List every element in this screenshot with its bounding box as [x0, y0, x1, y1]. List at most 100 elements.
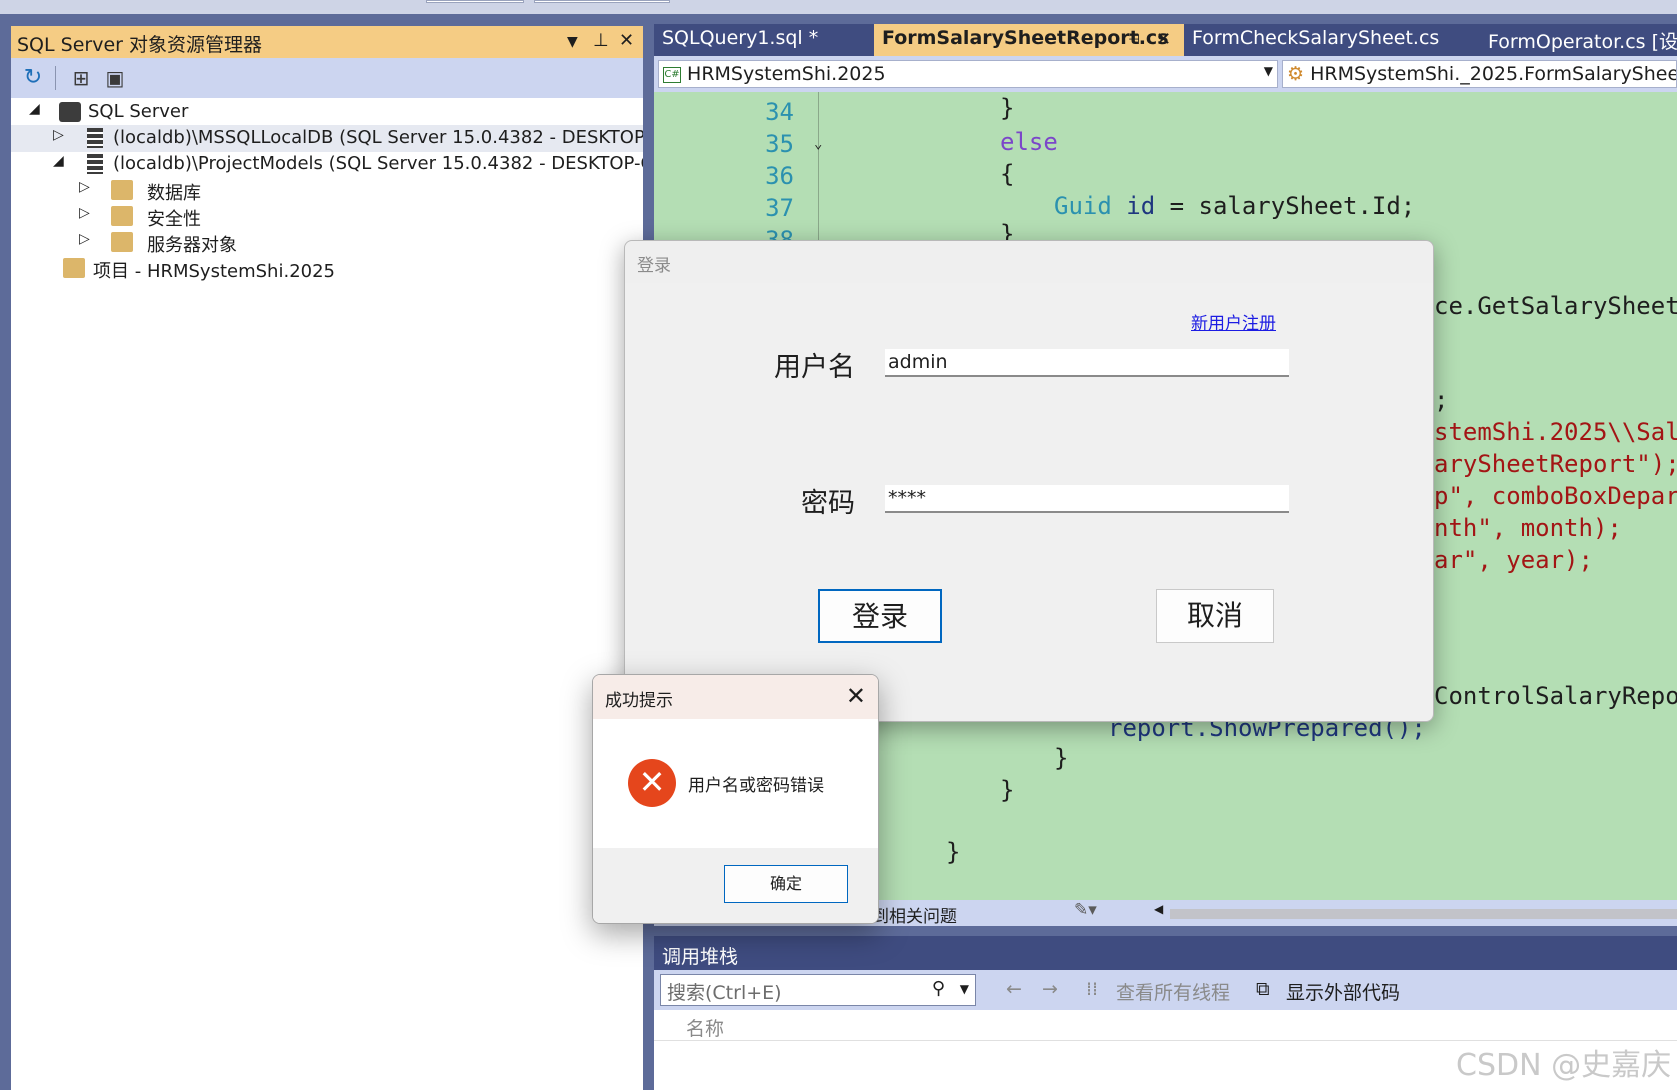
username-input[interactable]: admin — [885, 349, 1289, 377]
add-server-icon[interactable]: ⊞ — [67, 64, 95, 92]
csharp-file-icon: C# — [663, 66, 681, 83]
tree-label: 服务器对象 — [147, 235, 237, 256]
close-icon[interactable]: ✕ — [619, 30, 634, 51]
tab-label: FormSalarySheetReport.cs — [882, 27, 1169, 49]
search-icon[interactable]: ⚲ — [932, 978, 945, 999]
cancel-button[interactable]: 取消 — [1156, 589, 1274, 643]
project-name: HRMSystemShi.2025 — [687, 63, 886, 85]
code-navigation-bar: C# HRMSystemShi.2025 ▼ ⚙ HRMSystemShi._2… — [654, 56, 1677, 92]
project-dropdown[interactable]: C# HRMSystemShi.2025 ▼ — [658, 60, 1278, 88]
tab-label: FormOperator.cs [设计 — [1488, 31, 1677, 53]
code-line: } — [946, 838, 961, 866]
tree-node-project[interactable]: 项目 - HRMSystemShi.2025 — [11, 255, 643, 282]
tree-node-sql-server[interactable]: ◢ SQL Server — [11, 99, 643, 126]
refresh-icon[interactable]: ↻ — [19, 64, 47, 92]
view-all-threads-button[interactable]: 查看所有线程 — [1116, 978, 1230, 1005]
error-icon: ✕ — [628, 759, 676, 807]
dropdown-arrow-icon: ▼ — [1263, 64, 1273, 78]
collapse-arrow-icon[interactable]: ◢ — [29, 101, 40, 117]
code-line: } — [1000, 94, 1015, 122]
server-icon — [87, 128, 103, 148]
column-header-name[interactable]: 名称 — [686, 1014, 724, 1041]
code-line: p", comboBoxDepart — [1434, 482, 1677, 510]
issues-label[interactable]: 到相关问题 — [872, 902, 957, 927]
sql-server-object-explorer: SQL Server 对象资源管理器 ▼ ⊥ ✕ ↻ ⊞ ▣ ◢ SQL Ser… — [11, 26, 643, 1090]
code-line: ce.GetSalarySheetI — [1434, 292, 1677, 320]
expand-arrow-icon[interactable]: ▷ — [79, 179, 90, 195]
callstack-title-bar: 调用堆栈 — [654, 936, 1677, 970]
cleanup-icon[interactable]: ✎▾ — [1074, 900, 1097, 920]
code-line: ; — [1434, 386, 1449, 414]
tab-formchecksalarysheet[interactable]: FormCheckSalarySheet.cs — [1184, 24, 1478, 56]
username-label: 用户名 — [774, 352, 855, 383]
close-icon[interactable]: ✕ — [846, 682, 866, 710]
message-text: 用户名或密码错误 — [688, 776, 824, 796]
tree-node-databases[interactable]: ▷ 数据库 — [11, 177, 643, 204]
pin-icon[interactable]: ⊥ — [593, 30, 609, 51]
password-label: 密码 — [801, 488, 855, 519]
show-external-code-button[interactable]: 显示外部代码 — [1286, 978, 1400, 1005]
dropdown-arrow-icon[interactable]: ▼ — [567, 34, 578, 50]
expand-arrow-icon[interactable]: ▷ — [79, 231, 90, 247]
tab-formsalarysheetreport[interactable]: FormSalarySheetReport.cs ⊣ ✕ — [874, 24, 1184, 56]
explorer-title: SQL Server 对象资源管理器 — [17, 34, 262, 56]
login-title-bar: 登录 — [625, 241, 1433, 283]
code-line: { — [1000, 160, 1015, 188]
external-code-icon: ⧉ — [1256, 978, 1270, 1000]
callstack-search-input[interactable]: 搜索(Ctrl+E) ⚲ ▼ — [660, 974, 976, 1006]
tree-node-projectmodels[interactable]: ◢ (localdb)\ProjectModels (SQL Server 15… — [11, 151, 643, 178]
pin-icon[interactable]: ⊣ — [1128, 32, 1140, 48]
line-number: 34 — [765, 98, 794, 126]
scroll-left-icon[interactable]: ◀ — [1154, 902, 1163, 916]
tab-formoperator[interactable]: FormOperator.cs [设计 — [1480, 24, 1677, 56]
message-box-title-bar: 成功提示 ✕ — [593, 675, 878, 719]
code-line: } — [1000, 776, 1015, 804]
message-box: 成功提示 ✕ ✕ 用户名或密码错误 确定 — [592, 674, 879, 924]
dropdown-arrow-icon[interactable]: ▼ — [960, 982, 969, 996]
fold-toggle-icon[interactable]: ⌄ — [814, 136, 822, 152]
tree-label: (localdb)\MSSQLLocalDB (SQL Server 15.0.… — [113, 127, 643, 148]
collapse-arrow-icon[interactable]: ◢ — [53, 153, 64, 169]
code-line: nth", month); — [1434, 514, 1622, 542]
ok-button[interactable]: 确定 — [724, 865, 848, 903]
tab-label: FormCheckSalarySheet.cs — [1192, 27, 1440, 49]
tree-node-server-objects[interactable]: ▷ 服务器对象 — [11, 229, 643, 256]
code-line: else — [1000, 128, 1058, 156]
login-dialog: 登录 新用户注册 用户名 admin 密码 **** 登录 取消 — [624, 240, 1434, 722]
class-dropdown[interactable]: ⚙ HRMSystemShi._2025.FormSalarySheetRep — [1282, 60, 1677, 88]
callstack-title: 调用堆栈 — [662, 946, 739, 968]
tree-node-mssqllocaldb[interactable]: ▷ (localdb)\MSSQLLocalDB (SQL Server 15.… — [11, 125, 643, 152]
expand-arrow-icon[interactable]: ▷ — [79, 205, 90, 221]
top-toolbar-strip — [0, 0, 1677, 14]
toolbar-combo-2[interactable] — [534, 0, 670, 3]
threads-icon: ⁞⁞ — [1086, 978, 1099, 1000]
horizontal-scrollbar[interactable] — [1170, 909, 1677, 919]
tree-label: 安全性 — [147, 209, 201, 230]
watermark: CSDN @史嘉庆 — [1456, 1048, 1672, 1083]
line-number: 37 — [765, 194, 794, 222]
code-line: arySheetReport"); — [1434, 450, 1677, 478]
forward-arrow-icon[interactable]: → — [1042, 978, 1058, 1000]
tab-label: SQLQuery1.sql * — [662, 27, 819, 49]
tree-node-security[interactable]: ▷ 安全性 — [11, 203, 643, 230]
toolbar-separator — [55, 66, 56, 90]
new-project-icon[interactable]: ▣ — [101, 64, 129, 92]
tree-label: 数据库 — [147, 183, 201, 204]
sql-server-icon — [59, 102, 81, 122]
expand-arrow-icon[interactable]: ▷ — [53, 127, 64, 143]
code-line: ar", year); — [1434, 546, 1593, 574]
folder-icon — [111, 206, 133, 226]
toolbar-combo-1[interactable] — [426, 0, 524, 3]
tree-label: (localdb)\ProjectModels (SQL Server 15.0… — [113, 153, 643, 174]
document-tab-bar: SQLQuery1.sql * FormSalarySheetReport.cs… — [654, 24, 1677, 56]
close-tab-icon[interactable]: ✕ — [1156, 29, 1171, 50]
folder-icon — [111, 232, 133, 252]
register-link[interactable]: 新用户注册 — [1191, 309, 1276, 334]
password-input[interactable]: **** — [885, 485, 1289, 513]
back-arrow-icon[interactable]: ← — [1006, 978, 1022, 1000]
login-button[interactable]: 登录 — [818, 589, 942, 643]
code-line: stemShi.2025\\Sala — [1434, 418, 1677, 446]
message-box-title: 成功提示 — [605, 691, 673, 711]
tab-sqlquery1[interactable]: SQLQuery1.sql * — [654, 24, 870, 56]
folder-icon — [111, 180, 133, 200]
